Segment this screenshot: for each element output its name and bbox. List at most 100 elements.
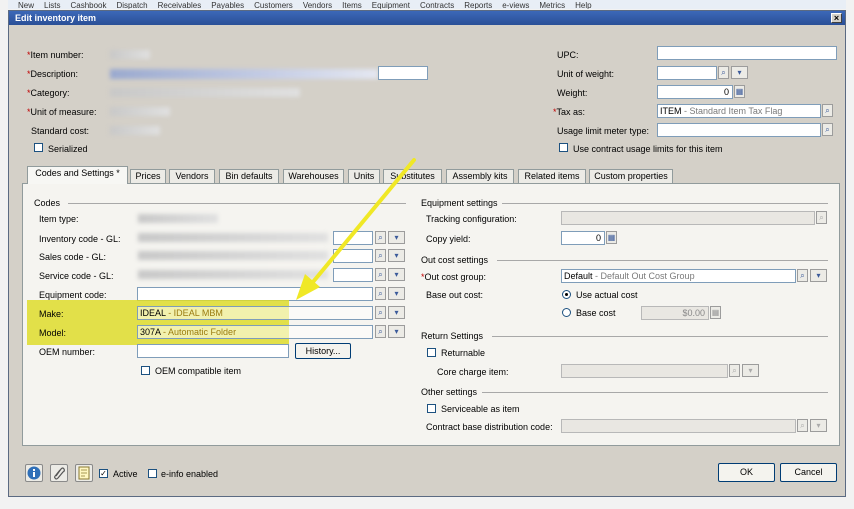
- use-contract-usage-label: Use contract usage limits for this item: [573, 144, 723, 154]
- cancel-button[interactable]: Cancel: [780, 463, 837, 482]
- active-checkbox[interactable]: ✓: [99, 469, 108, 478]
- usage-limit-search-icon[interactable]: ⌕: [822, 123, 833, 136]
- description-input[interactable]: [378, 66, 428, 80]
- upc-label: UPC:: [557, 50, 579, 60]
- unit-of-measure-label: *Unit of measure:: [27, 107, 97, 117]
- usage-limit-input[interactable]: [657, 123, 821, 137]
- out-cost-group-dropdown-icon[interactable]: ▾: [810, 269, 827, 282]
- out-cost-divider: [497, 260, 828, 261]
- history-button[interactable]: History...: [295, 343, 351, 359]
- model-dropdown-icon[interactable]: ▾: [388, 325, 405, 338]
- use-contract-usage-checkbox[interactable]: [559, 143, 568, 152]
- oem-compatible-checkbox[interactable]: [141, 366, 150, 375]
- core-charge-input[interactable]: [561, 364, 728, 378]
- model-search-icon[interactable]: ⌕: [375, 325, 386, 338]
- tax-as-search-icon[interactable]: ⌕: [822, 104, 833, 117]
- equipment-code-search-icon[interactable]: ⌕: [375, 287, 386, 300]
- menu-item[interactable]: Cashbook: [70, 1, 106, 9]
- tab-bin-defaults[interactable]: Bin defaults: [219, 169, 279, 183]
- make-dropdown-icon[interactable]: ▾: [388, 306, 405, 319]
- contract-base-label: Contract base distribution code:: [426, 422, 553, 432]
- tab-prices[interactable]: Prices: [130, 169, 166, 183]
- inventory-code-input[interactable]: [333, 231, 373, 245]
- menu-item[interactable]: Equipment: [372, 1, 410, 9]
- attachment-button[interactable]: [50, 464, 68, 482]
- menu-item[interactable]: Vendors: [303, 1, 332, 9]
- out-cost-title: Out cost settings: [421, 255, 489, 265]
- menu-item[interactable]: Metrics: [539, 1, 565, 9]
- description-label: *Description:: [27, 69, 79, 79]
- returnable-label: Returnable: [441, 348, 486, 358]
- sales-code-input[interactable]: [333, 249, 373, 263]
- weight-calculator-icon[interactable]: ▦: [734, 85, 745, 98]
- menu-item[interactable]: Receivables: [158, 1, 202, 9]
- tab-assembly-kits[interactable]: Assembly kits: [446, 169, 514, 183]
- upc-input[interactable]: [657, 46, 837, 60]
- other-settings-divider: [482, 392, 828, 393]
- serialized-checkbox[interactable]: [34, 143, 43, 152]
- service-code-input[interactable]: [333, 268, 373, 282]
- base-cost-calculator-icon[interactable]: ▦: [710, 306, 721, 319]
- use-actual-cost-radio[interactable]: [562, 290, 571, 299]
- base-cost-radio[interactable]: [562, 308, 571, 317]
- equipment-code-dropdown-icon[interactable]: ▾: [388, 287, 405, 300]
- contract-base-input[interactable]: [561, 419, 796, 433]
- tracking-config-input[interactable]: [561, 211, 815, 225]
- base-cost-input[interactable]: $0.00: [641, 306, 709, 320]
- menu-item[interactable]: Reports: [464, 1, 492, 9]
- equipment-code-input[interactable]: [137, 287, 373, 301]
- weight-input[interactable]: 0: [657, 85, 733, 99]
- notes-button[interactable]: [75, 464, 93, 482]
- tab-warehouses[interactable]: Warehouses: [283, 169, 344, 183]
- menu-item[interactable]: Contracts: [420, 1, 454, 9]
- out-cost-group-input[interactable]: Default - Default Out Cost Group: [561, 269, 796, 283]
- tab-units[interactable]: Units: [348, 169, 380, 183]
- close-button[interactable]: ×: [831, 13, 842, 23]
- unit-of-weight-dropdown-icon[interactable]: ▾: [731, 66, 748, 79]
- menu-item[interactable]: Help: [575, 1, 591, 9]
- ok-button[interactable]: OK: [718, 463, 775, 482]
- info-button[interactable]: [25, 464, 43, 482]
- returnable-checkbox[interactable]: [427, 348, 436, 357]
- unit-of-weight-input[interactable]: [657, 66, 717, 80]
- tab-substitutes[interactable]: Substitutes: [383, 169, 442, 183]
- tab-codes-and-settings[interactable]: Codes and Settings *: [27, 166, 128, 184]
- info-icon: [27, 466, 41, 480]
- contract-base-search-icon[interactable]: ⌕: [797, 419, 808, 432]
- serviceable-label: Serviceable as item: [441, 404, 520, 414]
- menu-item[interactable]: Dispatch: [117, 1, 148, 9]
- menu-item[interactable]: Lists: [44, 1, 60, 9]
- unit-of-weight-search-icon[interactable]: ⌕: [718, 66, 729, 79]
- menu-item[interactable]: Payables: [211, 1, 244, 9]
- menu-item[interactable]: e-views: [502, 1, 529, 9]
- service-code-dropdown-icon[interactable]: ▾: [388, 268, 405, 281]
- make-search-icon[interactable]: ⌕: [375, 306, 386, 319]
- menu-item[interactable]: Items: [342, 1, 362, 9]
- oem-number-input[interactable]: [137, 344, 289, 358]
- menu-item[interactable]: New: [18, 1, 34, 9]
- model-input[interactable]: 307A - Automatic Folder: [137, 325, 373, 339]
- inventory-code-search-icon[interactable]: ⌕: [375, 231, 386, 244]
- serviceable-checkbox[interactable]: [427, 404, 436, 413]
- core-charge-dropdown-icon[interactable]: ▾: [742, 364, 759, 377]
- category-redacted: [110, 88, 300, 97]
- contract-base-dropdown-icon[interactable]: ▾: [810, 419, 827, 432]
- out-cost-group-search-icon[interactable]: ⌕: [797, 269, 808, 282]
- make-input[interactable]: IDEAL - IDEAL MBM: [137, 306, 373, 320]
- tracking-config-search-icon[interactable]: ⌕: [816, 211, 827, 224]
- inventory-code-dropdown-icon[interactable]: ▾: [388, 231, 405, 244]
- tab-custom-properties[interactable]: Custom properties: [589, 169, 673, 183]
- service-code-search-icon[interactable]: ⌕: [375, 268, 386, 281]
- item-number-redacted: [110, 50, 150, 59]
- sales-code-dropdown-icon[interactable]: ▾: [388, 249, 405, 262]
- copy-yield-input[interactable]: 0: [561, 231, 605, 245]
- copy-yield-calculator-icon[interactable]: ▦: [606, 231, 617, 244]
- core-charge-search-icon[interactable]: ⌕: [729, 364, 740, 377]
- tax-as-input[interactable]: ITEM - Standard Item Tax Flag: [657, 104, 821, 118]
- einfo-checkbox[interactable]: [148, 469, 157, 478]
- menu-item[interactable]: Customers: [254, 1, 293, 9]
- copy-yield-label: Copy yield:: [426, 234, 471, 244]
- sales-code-search-icon[interactable]: ⌕: [375, 249, 386, 262]
- tab-vendors[interactable]: Vendors: [169, 169, 215, 183]
- tab-related-items[interactable]: Related items: [518, 169, 586, 183]
